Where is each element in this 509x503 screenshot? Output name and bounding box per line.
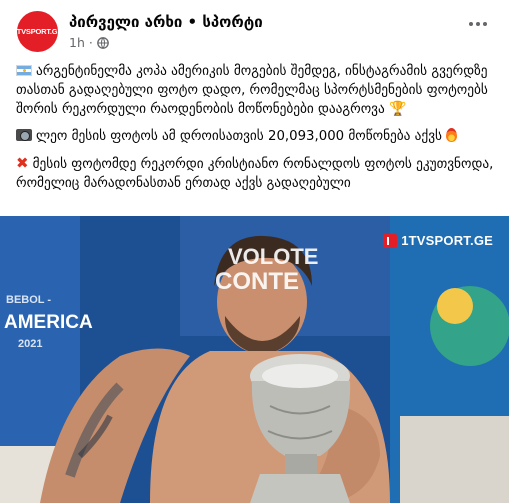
cross-mark-icon: ✖ — [16, 154, 29, 172]
page-avatar[interactable]: 1TVSPORT.GE — [13, 11, 62, 52]
globe-icon[interactable] — [97, 37, 109, 49]
post-meta: 1h · — [69, 35, 109, 51]
watermark-logo: 1TVSPORT.GE — [383, 233, 493, 248]
avatar-logo-text: 1TVSPORT.GE — [12, 27, 63, 36]
camera-icon — [16, 129, 32, 141]
meta-separator: · — [88, 35, 93, 50]
banner-text-1: BEBOL - — [6, 294, 52, 306]
banner-text-2: AMERICA — [4, 312, 93, 333]
post-timestamp[interactable]: 1h — [69, 35, 85, 51]
banner-text-4: VOLOTE — [228, 244, 319, 269]
post-text: არგენტინელმა კოპა ამერიკის მოგების შემდე… — [16, 62, 496, 201]
banner-text-3: 2021 — [18, 338, 43, 350]
paragraph-1-text: არგენტინელმა კოპა ამერიკის მოგების შემდე… — [16, 64, 488, 117]
facebook-post-card: 1TVSPORT.GE პირველი არხი • სპორტი 1h · ა… — [0, 0, 509, 503]
post-paragraph-2: ლეო მესის ფოტოს ამ დროისათვის 20,093,000… — [16, 127, 496, 146]
fire-icon — [445, 128, 457, 142]
post-paragraph-1: არგენტინელმა კოპა ამერიკის მოგების შემდე… — [16, 62, 496, 119]
argentina-flag-icon — [16, 65, 32, 76]
banner-text-5: CONTE — [215, 268, 299, 295]
paragraph-2-text: ლეო მესის ფოტოს ამ დროისათვის 20,093,000… — [36, 129, 442, 144]
watermark-text: 1TVSPORT.GE — [401, 233, 493, 248]
paragraph-3-text: მესის ფოტომდე რეკორდი კრისტიანო რონალდოს… — [16, 157, 494, 191]
post-photo[interactable]: BEBOL - AMERICA 2021 VOLOTE CONTE 1TVSPO… — [0, 216, 509, 503]
channel-logo-icon — [383, 233, 398, 248]
post-paragraph-3: ✖ მესის ფოტომდე რეკორდი კრისტიანო რონალდო… — [16, 154, 496, 193]
more-options-icon[interactable] — [469, 22, 487, 26]
trophy-icon: 🏆 — [388, 101, 407, 117]
page-name-link[interactable]: პირველი არხი • სპორტი — [69, 13, 263, 32]
